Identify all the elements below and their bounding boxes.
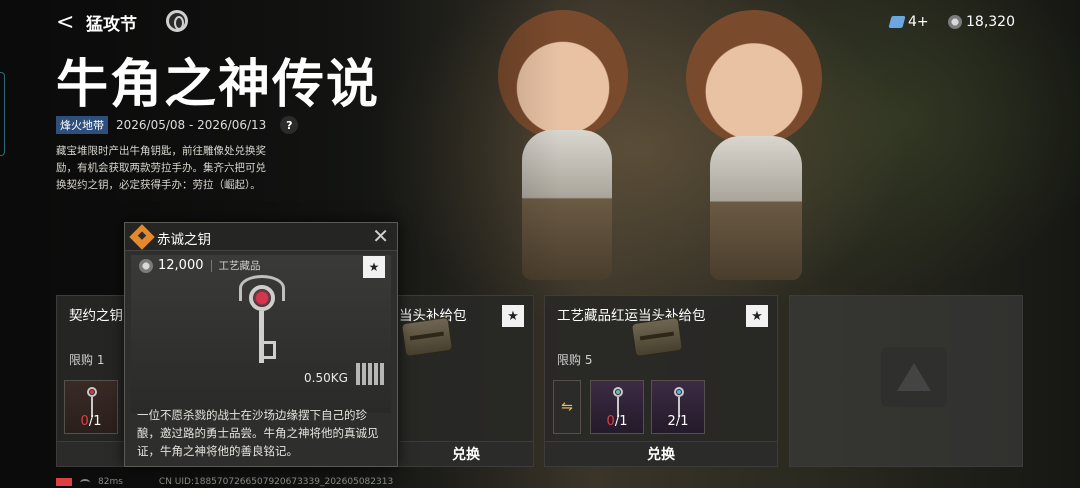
event-description: 藏宝堆限时产出牛角钥匙，前往雕像处兑换奖励，有机会获取两款劳拉手办。集齐六把可兑… [56, 145, 266, 191]
header-title: 猛攻节 [86, 15, 137, 35]
event-date-range: 2026/05/08 - 2026/06/13 [116, 118, 267, 132]
event-logo-icon [166, 10, 188, 32]
ticket-icon [888, 16, 906, 28]
lara-figurine-right [660, 10, 860, 290]
battery-icon [56, 478, 72, 486]
redeem-button[interactable]: 兑换 [545, 441, 777, 466]
locked-item-icon [881, 347, 947, 407]
card-title: 工艺藏品红运当头补给包 [557, 308, 706, 324]
favorite-star-button[interactable]: ★ [746, 305, 768, 327]
wifi-icon [80, 478, 90, 486]
item-price: 12,000 工艺藏品 [139, 258, 261, 273]
uid-text: CN UID:1885707266507920673339_2026050823… [158, 477, 394, 487]
slot-count: 0/1 [80, 414, 102, 429]
side-drawer-handle[interactable] [0, 72, 5, 156]
swap-icon[interactable]: ⇋ [553, 380, 581, 434]
coin-icon [948, 15, 962, 29]
required-key-slot[interactable]: 0/1 [64, 380, 118, 434]
favorite-star-button[interactable]: ★ [502, 305, 524, 327]
craft-item-icon [129, 224, 155, 250]
item-description: 一位不愿杀戮的战士在沙场边缘摆下自己的珍酿，邀过路的勇士品尝。牛角之神将他的真诚… [137, 408, 379, 458]
key-icon [237, 275, 287, 367]
status-bar: 82ms CN UID:1885707266507920673339_20260… [56, 477, 393, 487]
ticket-count: 4+ [908, 14, 929, 30]
ticket-currency[interactable]: 4+ [888, 11, 929, 33]
coin-count: 18,320 [966, 14, 1015, 30]
event-meta: 烽火地带 2026/05/08 - 2026/06/13 ? [56, 116, 299, 134]
help-icon[interactable]: ? [280, 116, 299, 134]
purchase-limit: 限购 1 [69, 353, 105, 367]
tooltip-header: 赤诚之钥 ✕ [125, 223, 397, 251]
tooltip-title: 赤诚之钥 [157, 232, 211, 248]
supply-crate-icon [630, 316, 684, 358]
event-title: 牛角之神传说 [56, 55, 381, 115]
item-size-grid-icon [356, 363, 386, 385]
coin-currency[interactable]: 18,320 [948, 11, 1015, 33]
redeem-button[interactable]: 兑换 [399, 441, 533, 466]
mode-badge: 烽火地带 [56, 116, 108, 134]
supply-crate-icon [400, 316, 454, 358]
item-tooltip: 赤诚之钥 ✕ 12,000 工艺藏品 ★ 0.50KG 一位不愿杀戮的战士在沙场… [124, 222, 398, 467]
card-title: 契约之钥 [69, 308, 123, 324]
close-icon[interactable]: ✕ [372, 226, 389, 246]
required-key-slot[interactable]: 2/1 [651, 380, 705, 434]
back-button[interactable]: < [56, 10, 76, 35]
slot-count: 2/1 [667, 414, 689, 429]
item-category: 工艺藏品 [218, 260, 261, 272]
favorite-star-button[interactable]: ★ [363, 256, 385, 278]
purchase-limit: 限购 5 [557, 353, 593, 367]
item-weight: 0.50KG [304, 371, 348, 385]
ping-value: 82ms [98, 477, 123, 487]
required-key-slot[interactable]: 0/1 [590, 380, 644, 434]
coin-icon [139, 258, 153, 273]
slot-count: 0/1 [606, 414, 628, 429]
price-value: 12,000 [158, 258, 204, 273]
